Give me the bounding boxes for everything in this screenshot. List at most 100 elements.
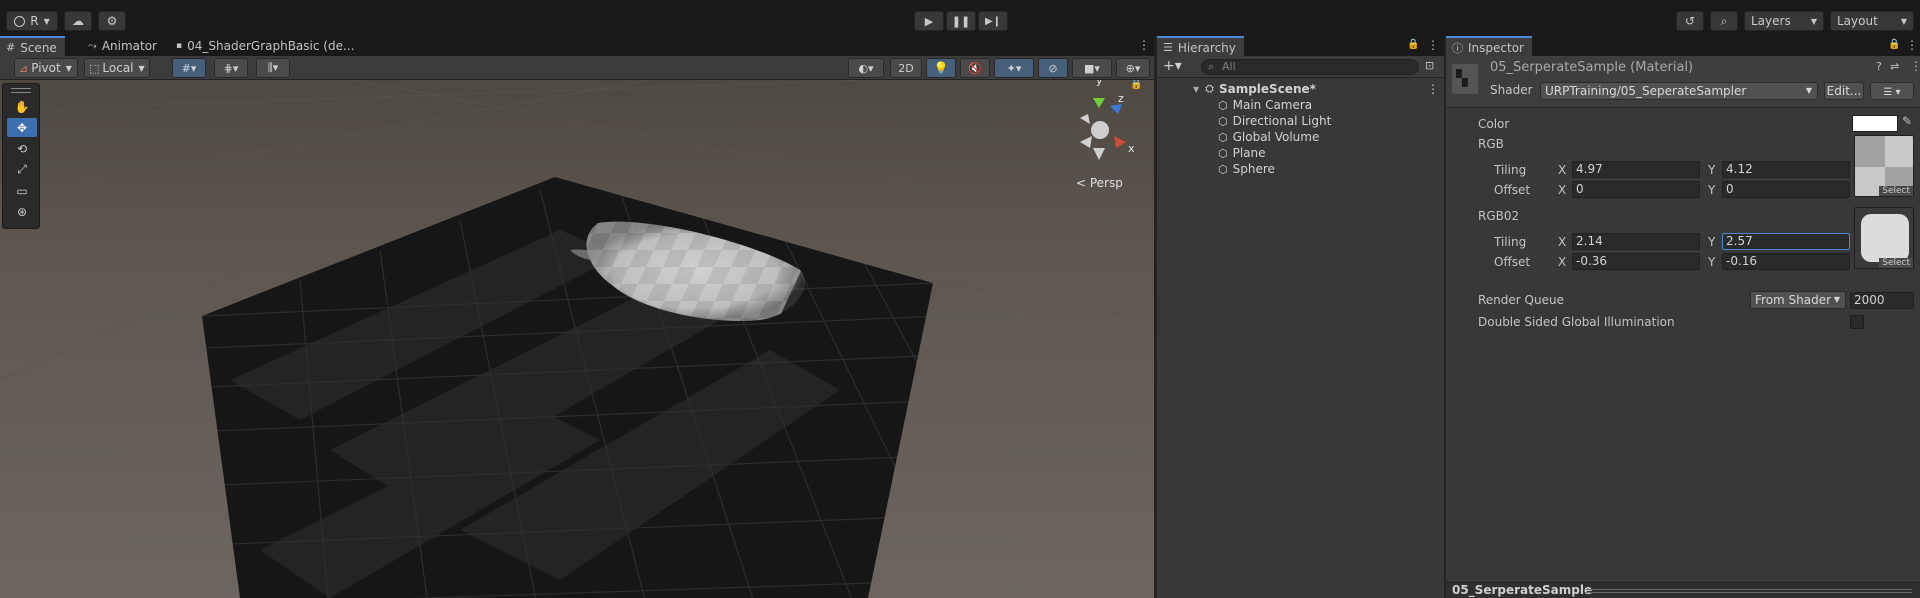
2d-toggle[interactable]: 2D bbox=[890, 58, 922, 78]
rgb-tiling-label: Tiling bbox=[1494, 163, 1527, 177]
lock-icon[interactable]: 🔒 bbox=[1888, 39, 1900, 50]
add-object-button[interactable]: +▾ bbox=[1163, 58, 1182, 74]
cloud-button[interactable]: ☁ bbox=[64, 11, 92, 31]
rgb02-tiling-x-input[interactable]: 2.14 bbox=[1572, 233, 1700, 250]
tab-inspector[interactable]: ⓘ Inspector bbox=[1446, 36, 1532, 57]
collab-button[interactable]: ⚙ bbox=[98, 11, 126, 31]
hierarchy-scene-row[interactable]: ▼ ⛭ SampleScene* ⋮ bbox=[1157, 81, 1444, 97]
move-tool[interactable]: ✥ bbox=[7, 118, 37, 137]
rgb-offset-y-label: Y bbox=[1708, 183, 1716, 197]
step-button[interactable]: ▶❙ bbox=[978, 11, 1008, 31]
hierarchy-item[interactable]: ⬡ Global Volume bbox=[1157, 129, 1444, 145]
align-button[interactable]: ⫼▾ bbox=[256, 58, 290, 78]
preview-drag-handle[interactable] bbox=[1586, 589, 1912, 593]
rgb02-tiling-label: Tiling bbox=[1494, 235, 1527, 249]
undo-history-button[interactable]: ↺ bbox=[1676, 11, 1704, 31]
panel-divider[interactable] bbox=[1154, 36, 1157, 598]
lighting-toggle[interactable]: 💡 bbox=[926, 58, 956, 78]
pause-button[interactable]: ❚❚ bbox=[946, 11, 976, 31]
eyedropper-icon[interactable]: ✎ bbox=[1902, 114, 1912, 128]
shader-graph-icon: ▪ bbox=[176, 41, 183, 51]
render-queue-mode-dropdown[interactable]: From Shader ▼ bbox=[1750, 291, 1846, 309]
rgb-tiling-y-label: Y bbox=[1708, 163, 1716, 177]
layers-label: Layers bbox=[1751, 14, 1791, 28]
rgb02-tiling-x-label: X bbox=[1558, 235, 1567, 249]
color-swatch[interactable] bbox=[1852, 115, 1898, 132]
preset-icon[interactable]: ⇌ bbox=[1890, 60, 1899, 73]
rgb-texture-slot[interactable]: Select bbox=[1854, 135, 1914, 197]
tab-animator[interactable]: ⤳ Animator bbox=[82, 36, 165, 56]
search-button[interactable]: ⌕ bbox=[1710, 11, 1738, 31]
lock-icon[interactable]: 🔒 bbox=[1130, 80, 1142, 90]
rgb-tiling-y-input[interactable]: 4.12 bbox=[1722, 161, 1850, 178]
material-icon: ▚ bbox=[1456, 69, 1468, 87]
gizmos-dropdown[interactable]: ⊕▾ bbox=[1116, 58, 1150, 78]
camera-dropdown[interactable]: ■▾ bbox=[1072, 58, 1112, 78]
edit-shader-button[interactable]: Edit... bbox=[1824, 82, 1864, 100]
shader-dropdown[interactable]: URPTraining/05_SeperateSampler ▼ bbox=[1540, 82, 1818, 100]
layout-dropdown[interactable]: Layout ▼ bbox=[1830, 11, 1914, 31]
more-options-icon[interactable]: ⋮ bbox=[1906, 38, 1918, 52]
rgb-offset-x-label: X bbox=[1558, 183, 1567, 197]
help-icon[interactable]: ? bbox=[1876, 60, 1882, 73]
local-icon: ⬚ bbox=[89, 61, 100, 75]
shading-mode-icon: ◐▾ bbox=[858, 61, 874, 75]
play-button[interactable]: ▶ bbox=[914, 11, 944, 31]
camera-icon: ■▾ bbox=[1084, 61, 1100, 75]
hierarchy-item[interactable]: ⬡ Main Camera bbox=[1157, 97, 1444, 113]
account-dropdown[interactable]: R ▼ bbox=[6, 11, 58, 31]
scene-viewport[interactable]: y z x < Persp 🔒 bbox=[0, 80, 1154, 598]
chevron-down-icon: ▼ bbox=[1833, 295, 1840, 304]
shader-options-dropdown[interactable]: ☰ ▾ bbox=[1870, 82, 1914, 100]
more-options-icon[interactable]: ⋮ bbox=[1427, 82, 1439, 96]
render-queue-mode: From Shader bbox=[1755, 293, 1832, 307]
rotate-tool[interactable]: ⟲ bbox=[7, 139, 37, 158]
rgb02-tiling-y-input[interactable]: 2.57 bbox=[1722, 233, 1850, 250]
render-queue-input[interactable]: 2000 bbox=[1850, 292, 1914, 309]
rgb02-texture-slot[interactable]: Select bbox=[1854, 207, 1914, 269]
rgb-tiling-x-input[interactable]: 4.97 bbox=[1572, 161, 1700, 178]
panel-divider[interactable] bbox=[1444, 36, 1446, 598]
projection-toggle[interactable]: < Persp bbox=[1076, 176, 1123, 190]
hierarchy-item[interactable]: ⬡ Directional Light bbox=[1157, 113, 1444, 129]
hierarchy-item[interactable]: ⬡ Plane bbox=[1157, 145, 1444, 161]
rgb-offset-x-input[interactable]: 0 bbox=[1572, 181, 1700, 198]
audio-toggle[interactable]: 🔇 bbox=[960, 58, 990, 78]
pivot-dropdown[interactable]: ⊿ Pivot ▼ bbox=[14, 58, 78, 78]
increment-snap-button[interactable]: ⋕▾ bbox=[214, 58, 248, 78]
rgb02-offset-x-input[interactable]: -0.36 bbox=[1572, 253, 1700, 270]
hierarchy-item-label: Sphere bbox=[1232, 162, 1275, 176]
rgb02-select-button[interactable]: Select bbox=[1879, 258, 1913, 268]
hidden-objects-toggle[interactable]: ⊘ bbox=[1038, 58, 1068, 78]
local-dropdown[interactable]: ⬚ Local ▼ bbox=[84, 58, 150, 78]
more-options-icon[interactable]: ⋮ bbox=[1427, 38, 1439, 52]
tab-hierarchy[interactable]: ☰ Hierarchy bbox=[1157, 36, 1244, 57]
shader-value: URPTraining/05_SeperateSampler bbox=[1545, 84, 1747, 98]
hierarchy-item[interactable]: ⬡ Sphere bbox=[1157, 161, 1444, 177]
axis-x-label: x bbox=[1128, 142, 1135, 155]
rgb02-offset-y-input[interactable]: -0.16 bbox=[1722, 253, 1850, 270]
rect-tool[interactable]: ▭ bbox=[7, 181, 37, 200]
more-options-icon[interactable]: ⋮ bbox=[1910, 59, 1920, 73]
layers-dropdown[interactable]: Layers ▼ bbox=[1744, 11, 1824, 31]
hand-tool[interactable]: ✋ bbox=[7, 97, 37, 116]
tab-scene[interactable]: # Scene bbox=[0, 36, 65, 57]
double-sided-gi-checkbox[interactable] bbox=[1850, 315, 1864, 329]
rgb-offset-y-input[interactable]: 0 bbox=[1722, 181, 1850, 198]
effects-dropdown[interactable]: ✦▾ bbox=[994, 58, 1034, 78]
scene-visibility-icon[interactable]: ⊡ bbox=[1425, 59, 1434, 72]
account-label: R bbox=[30, 14, 39, 28]
preview-bar[interactable]: 05_SerperateSample bbox=[1446, 582, 1920, 598]
hierarchy-search-input[interactable]: ⌕ All bbox=[1201, 59, 1419, 75]
drag-handle-icon[interactable] bbox=[11, 88, 31, 93]
transform-tool[interactable]: ⊛ bbox=[7, 202, 37, 221]
scale-tool[interactable]: ⤢ bbox=[7, 160, 37, 179]
draw-mode-dropdown[interactable]: ◐▾ bbox=[848, 58, 884, 78]
rgb-select-button[interactable]: Select bbox=[1879, 186, 1913, 196]
chevron-down-icon: ▼ bbox=[1805, 86, 1812, 95]
grid-snapping-button[interactable]: #▾ bbox=[172, 58, 206, 78]
local-label: Local bbox=[102, 61, 134, 75]
tab-shader-graph[interactable]: ▪ 04_ShaderGraphBasic (de... bbox=[170, 36, 362, 56]
lock-icon[interactable]: 🔒 bbox=[1407, 39, 1419, 50]
more-options-icon[interactable]: ⋮ bbox=[1138, 38, 1150, 52]
